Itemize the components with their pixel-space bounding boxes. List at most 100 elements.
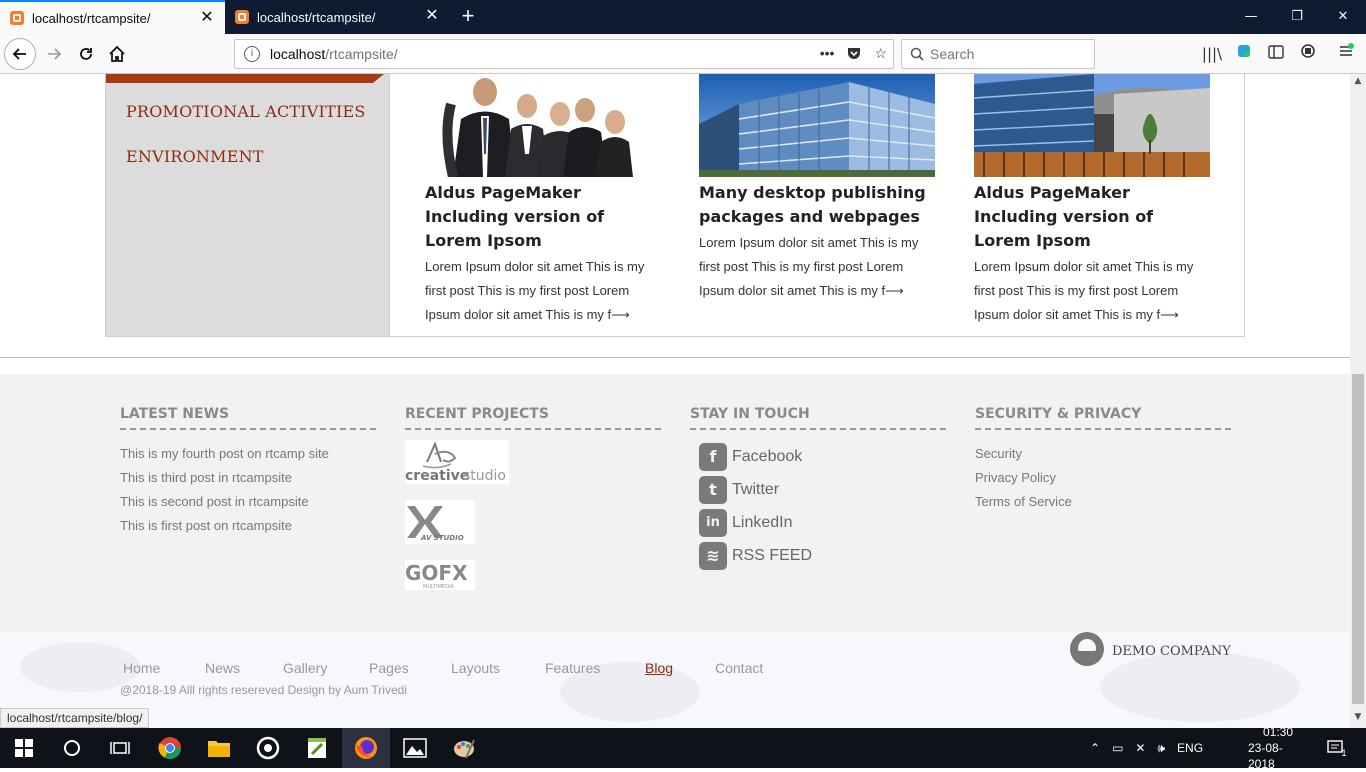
widget-heading: RECENT PROJECTS [405, 406, 661, 430]
home-button[interactable] [101, 38, 133, 70]
post-title[interactable]: Aldus PageMaker Including version of Lor… [974, 181, 1210, 253]
cortana-button[interactable] [48, 728, 96, 768]
tab-close-icon[interactable]: ✕ [199, 10, 215, 26]
post-title[interactable]: Aldus PageMaker Including version of Lor… [425, 181, 661, 253]
company-name: DEMO COMPANY [1112, 644, 1231, 659]
linkedin-link[interactable]: in LinkedIn [690, 509, 946, 537]
photos-taskbar-app[interactable] [391, 728, 439, 768]
search-input[interactable] [930, 46, 1080, 62]
library-icon[interactable]: |||\ [1201, 43, 1223, 65]
task-view-icon [110, 742, 130, 754]
post-card: Aldus PageMaker Including version of Lor… [425, 74, 661, 327]
arrow-right-icon [48, 48, 62, 60]
scroll-down-icon[interactable]: ▼ [1350, 712, 1366, 726]
company-logo[interactable]: DEMO COMPANY [1070, 632, 1240, 676]
creative-studio-logo[interactable]: creative studio [405, 440, 509, 484]
tab-close-icon[interactable]: ✕ [424, 8, 440, 24]
sidebar-toggle-icon[interactable] [1265, 43, 1287, 65]
footer-nav-layouts[interactable]: Layouts [451, 660, 545, 676]
twitter-link[interactable]: t Twitter [690, 476, 946, 504]
svg-text:MULTIMEDIA: MULTIMEDIA [423, 584, 454, 590]
page-viewport: PROMOTIONAL ACTIVITIES ENVIRONMENT Aldus… [0, 74, 1350, 728]
tab-inactive[interactable]: localhost/rtcampsite/ ✕ [225, 0, 450, 34]
notepad-plus-icon [308, 738, 326, 758]
bottom-bar: Home News Gallery Pages Layouts Features… [0, 632, 1350, 728]
language-indicator[interactable]: ENG [1177, 741, 1203, 755]
minimize-icon[interactable]: — [1228, 0, 1274, 34]
post-excerpt: Lorem Ipsum dolor sit amet This is my fi… [425, 259, 645, 322]
post-image-building-modern[interactable] [974, 74, 1210, 177]
scroll-up-icon[interactable]: ▲ [1350, 76, 1366, 90]
app-taskbar-target[interactable] [244, 728, 292, 768]
window-close-icon[interactable]: ✕ [1320, 0, 1366, 34]
footer-nav-home[interactable]: Home [123, 660, 205, 676]
file-explorer-taskbar-app[interactable] [195, 728, 243, 768]
stay-in-touch-widget: STAY IN TOUCH f Facebook t Twitter in Li… [690, 406, 946, 570]
sidebar-item-promotional-activities[interactable]: PROMOTIONAL ACTIVITIES [126, 102, 366, 121]
news-link[interactable]: This is third post in rtcampsite [120, 466, 376, 490]
restore-icon[interactable]: ❐ [1274, 0, 1320, 34]
site-info-icon[interactable]: i [244, 46, 260, 62]
tab-active[interactable]: localhost/rtcampsite/ ✕ [0, 0, 225, 34]
page-actions-icon[interactable]: ••• [820, 45, 835, 64]
footer-nav-pages[interactable]: Pages [369, 660, 451, 676]
social-label: Twitter [732, 481, 780, 498]
footer-nav-features[interactable]: Features [545, 660, 645, 676]
post-title[interactable]: Many desktop publishing packages and web… [699, 181, 935, 229]
paint-taskbar-app[interactable] [440, 728, 488, 768]
chevron-up-icon[interactable]: ⌃ [1090, 741, 1100, 755]
news-link[interactable]: This is my fourth post on rtcamp site [120, 442, 376, 466]
footer-nav-gallery[interactable]: Gallery [283, 660, 369, 676]
sidebar-ribbon [106, 74, 384, 83]
search-icon [910, 47, 924, 61]
rss-link[interactable]: ≋ RSS FEED [690, 542, 946, 570]
news-link[interactable]: This is second post in rtcampsite [120, 490, 376, 514]
gofx-logo[interactable]: GOFX MULTIMEDIA [405, 560, 475, 590]
sidebar-item-environment[interactable]: ENVIRONMENT [126, 147, 264, 166]
chrome-taskbar-app[interactable] [146, 728, 194, 768]
twitter-icon: t [699, 476, 727, 504]
widget-heading: SECURITY & PRIVACY [975, 406, 1231, 430]
sync-icon[interactable] [1297, 43, 1319, 65]
new-tab-button[interactable]: + [456, 4, 480, 28]
scrollbar-thumb[interactable] [1352, 374, 1364, 704]
bookmark-star-icon[interactable]: ☆ [874, 45, 887, 64]
extension-icon[interactable] [1233, 43, 1255, 65]
footer-nav-blog[interactable]: Blog [645, 660, 715, 676]
status-link-preview: localhost/rtcampsite/blog/ [0, 708, 150, 728]
post-image-people[interactable] [425, 74, 661, 177]
footer-nav-contact[interactable]: Contact [715, 660, 763, 676]
back-button[interactable] [4, 38, 36, 70]
tab-title: localhost/rtcampsite/ [257, 9, 376, 25]
social-label: LinkedIn [732, 514, 793, 531]
terms-of-service-link[interactable]: Terms of Service [975, 490, 1231, 514]
address-bar[interactable]: i localhost/rtcampsite/ ••• ☆ [234, 39, 894, 69]
volume-icon[interactable]: 🕪 [1157, 741, 1165, 756]
battery-icon[interactable]: ▭ [1112, 741, 1123, 755]
pocket-icon[interactable] [846, 45, 862, 64]
post-image-building-glass[interactable] [699, 74, 935, 177]
footer-nav-news[interactable]: News [205, 660, 283, 676]
av-studio-logo[interactable]: AV STUDIO [405, 500, 475, 544]
reload-button[interactable] [70, 38, 102, 70]
folder-icon [208, 741, 230, 757]
svg-text:studio: studio [463, 468, 506, 484]
app-taskbar-notes[interactable] [293, 728, 341, 768]
security-link[interactable]: Security [975, 442, 1231, 466]
privacy-policy-link[interactable]: Privacy Policy [975, 466, 1231, 490]
firefox-taskbar-app[interactable] [342, 728, 390, 768]
tab-strip: localhost/rtcampsite/ ✕ localhost/rtcamp… [0, 0, 1366, 34]
task-view-button[interactable] [96, 728, 144, 768]
network-icon[interactable]: ✕ [1135, 741, 1145, 755]
search-bar[interactable] [901, 39, 1095, 69]
start-button[interactable] [0, 728, 48, 768]
system-tray: ⌃ ▭ ✕ 🕪 ENG [1090, 728, 1203, 768]
facebook-link[interactable]: f Facebook [690, 443, 946, 471]
action-center-button[interactable]: 1 [1322, 728, 1352, 768]
forward-button[interactable] [38, 38, 70, 70]
reload-icon [80, 48, 92, 60]
news-link[interactable]: This is first post on rtcampsite [120, 514, 376, 538]
page-scrollbar[interactable]: ▲ ▼ [1350, 74, 1366, 728]
clock[interactable]: 01:30 23-08-2018 [1248, 725, 1308, 771]
menu-icon[interactable] [1335, 43, 1357, 65]
